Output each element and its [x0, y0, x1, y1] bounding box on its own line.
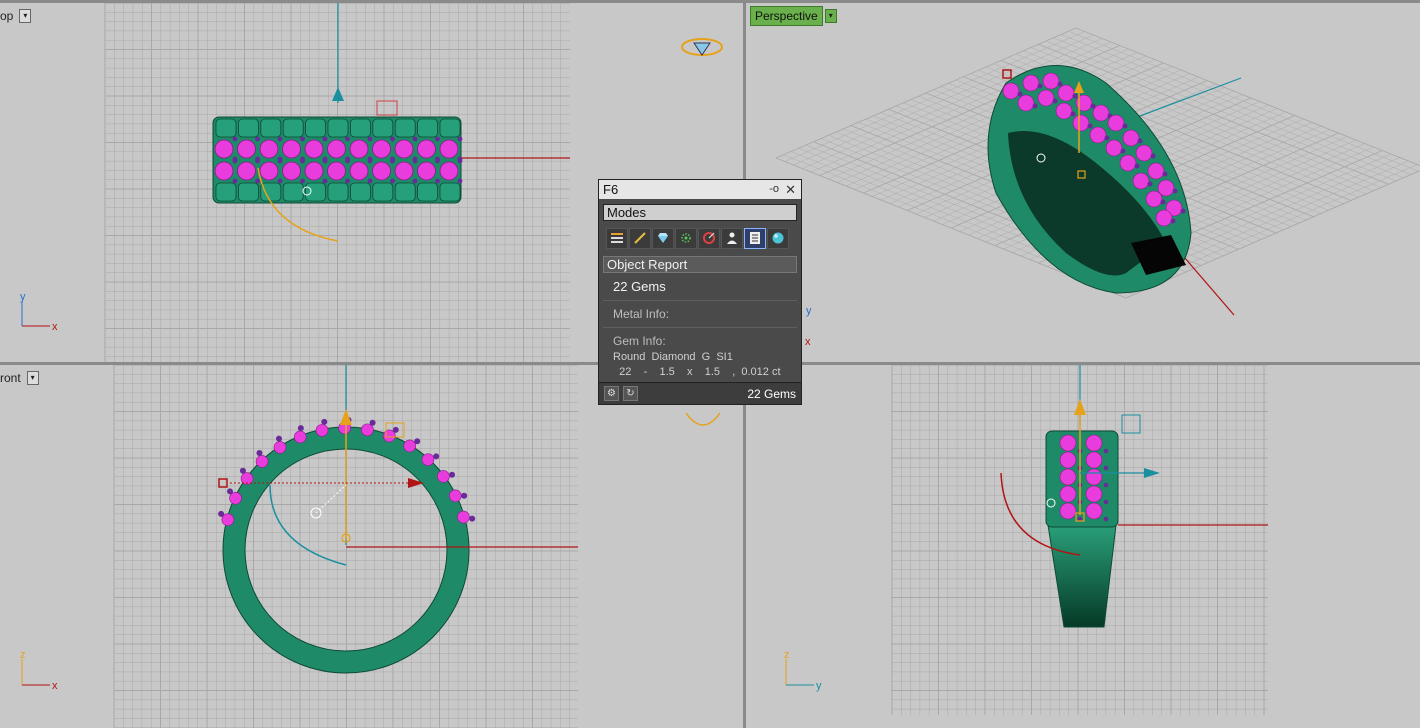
axis-label-x: x [52, 680, 58, 692]
viewport-front-title: ront [0, 371, 21, 385]
viewport-menu-dropdown-icon[interactable]: ▾ [19, 9, 32, 23]
metal-info-label: Metal Info: [613, 307, 670, 321]
viewport-front-canvas[interactable]: z x [0, 365, 743, 728]
gem-detail-line: 22 - 1.5 x 1.5 , 0.012 ct [613, 366, 781, 378]
viewport-right[interactable]: z y [746, 365, 1420, 728]
viewport-right-canvas[interactable]: z y [746, 365, 1420, 728]
pencil-icon[interactable] [629, 227, 651, 249]
modes-toolbar [603, 226, 797, 250]
refresh-icon[interactable]: ↻ [623, 386, 638, 401]
gem-description: Round Diamond G SI1 [613, 351, 733, 363]
ring-perspective-view[interactable] [987, 65, 1192, 294]
axis-indicator [21, 301, 50, 327]
gear-icon[interactable]: ⚙ [604, 386, 619, 401]
axis-label-z: z [784, 649, 790, 661]
axis-label-x: x [52, 321, 58, 333]
y-axis-arrow[interactable] [1074, 399, 1086, 415]
axis-indicator [21, 659, 50, 686]
viewport-top-label[interactable]: op ▾ [0, 7, 32, 25]
axis-indicator [785, 659, 814, 686]
person-icon[interactable] [721, 227, 743, 249]
footer-gem-count: 22 Gems [747, 386, 796, 401]
diamond-icon[interactable] [681, 38, 723, 56]
viewport-front-label[interactable]: ront ▾ [0, 369, 39, 387]
axis-label-z: z [20, 649, 26, 661]
viewport-perspective-title: Perspective [750, 6, 823, 26]
prongs-icon[interactable] [675, 227, 697, 249]
viewport-top-title: op [0, 9, 14, 23]
object-report-panel[interactable]: F6 -o ✕ Modes Object Report 22 Gems Meta… [598, 179, 802, 405]
panel-footer: ⚙ ↻ 22 Gems [599, 382, 801, 404]
panel-title: F6 [603, 182, 619, 197]
gem-count: 22 Gems [613, 279, 666, 294]
axis-label-x: x [805, 336, 811, 348]
target-icon[interactable] [698, 227, 720, 249]
viewport-menu-dropdown-icon[interactable]: ▾ [26, 371, 39, 385]
sphere-icon[interactable] [767, 227, 789, 249]
gem-info-label: Gem Info: [613, 334, 666, 348]
gizmo-box[interactable] [376, 100, 398, 116]
ring-top-view[interactable] [212, 116, 463, 204]
pin-icon[interactable]: -o [769, 180, 779, 199]
object-report-section-header[interactable]: Object Report [603, 256, 797, 273]
arc-fragment [685, 412, 721, 426]
axis-label-y: y [20, 291, 26, 303]
close-icon[interactable]: ✕ [785, 180, 796, 199]
axis-label-y: y [816, 680, 822, 692]
viewport-perspective[interactable]: y x Perspective ▾ [746, 3, 1420, 362]
viewport-menu-dropdown-icon[interactable]: ▾ [824, 9, 837, 23]
report-icon[interactable] [744, 227, 766, 249]
diamond-icon[interactable] [652, 227, 674, 249]
list-icon[interactable] [606, 227, 628, 249]
modes-section-header[interactable]: Modes [603, 204, 797, 221]
viewport-perspective-canvas[interactable]: y x [746, 3, 1420, 362]
axis-label-y: y [806, 305, 812, 317]
viewport-front[interactable]: z x ront ▾ [0, 365, 743, 728]
viewport-perspective-label[interactable]: Perspective ▾ [750, 6, 837, 26]
guide-line [315, 484, 347, 514]
y-axis-arrow[interactable] [332, 87, 344, 101]
panel-title-bar[interactable]: F6 -o ✕ [599, 180, 801, 199]
